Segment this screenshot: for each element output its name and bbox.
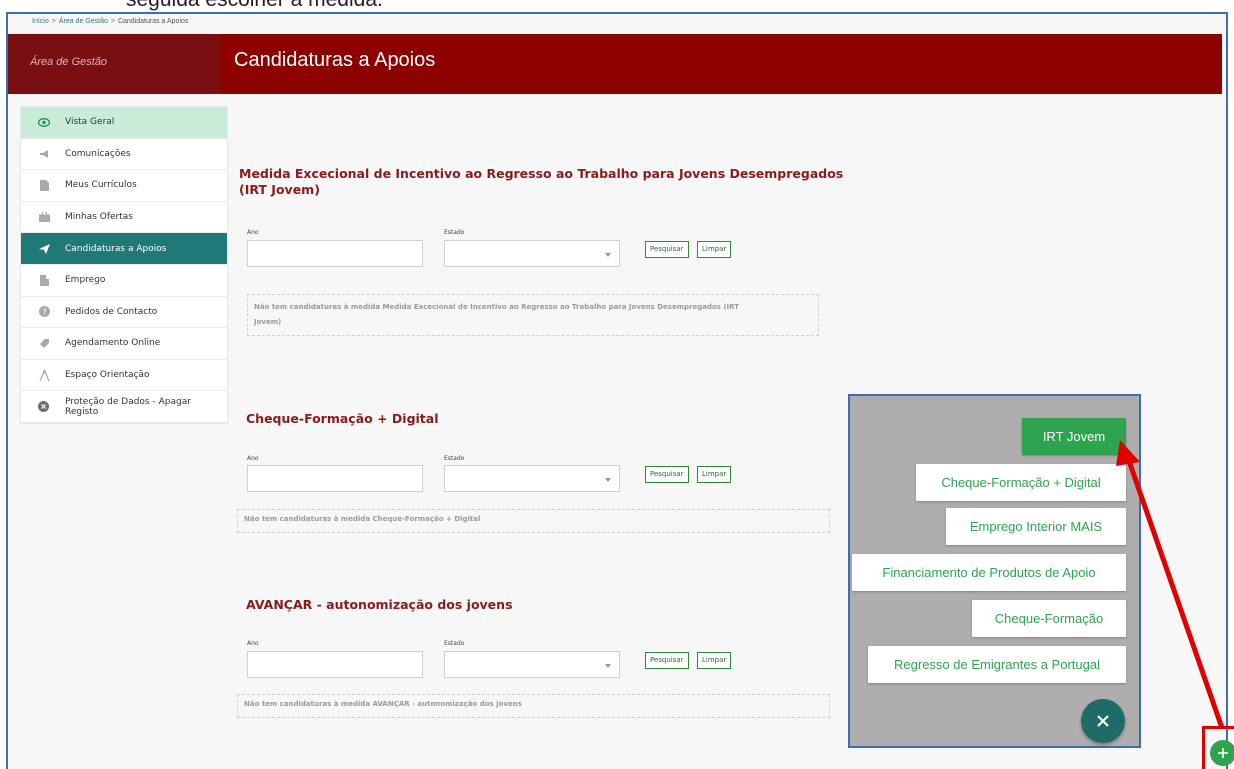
eye-icon xyxy=(37,115,51,129)
section-title-cheque-formacao-digital: Cheque-Formação + Digital xyxy=(246,411,439,426)
page-title: Candidaturas a Apoios xyxy=(234,49,436,71)
ano-input[interactable] xyxy=(247,651,423,678)
page-header: Área de Gestão Candidaturas a Apoios xyxy=(8,34,1222,94)
breadcrumb: Início > Área de Gestão > Candidaturas a Apo… xyxy=(32,18,189,25)
instruction-caption: seguida escolher a medida. xyxy=(126,0,383,12)
empty-notice: Não tem candidaturas à medida AVANÇAR - … xyxy=(237,694,830,718)
sidebar-item-espaco-orientacao[interactable]: Espaço Orientação xyxy=(21,360,227,392)
search-button[interactable]: Pesquisar xyxy=(645,466,689,483)
clear-button[interactable]: Limpar xyxy=(697,652,732,669)
clear-button[interactable]: Limpar xyxy=(697,466,732,483)
estado-label: Estado xyxy=(444,229,465,236)
ano-input[interactable] xyxy=(247,465,423,492)
empty-notice: Não tem candidaturas à medida Cheque-For… xyxy=(237,509,830,533)
section-title-avancar: AVANÇAR - autonomização dos jovens xyxy=(246,597,513,612)
empty-notice: Não tem candidaturas à medida Medida Exc… xyxy=(247,294,819,336)
chevron-down-icon xyxy=(605,253,611,257)
ano-label: Ano xyxy=(247,229,259,236)
ano-label: Ano xyxy=(247,640,259,647)
menu-item-irt-jovem[interactable]: IRT Jovem xyxy=(1022,418,1126,455)
building-icon xyxy=(37,273,51,287)
measure-menu-popup: IRT Jovem Cheque-Formação + Digital Empr… xyxy=(848,394,1141,748)
menu-item-financiamento-produtos-apoio[interactable]: Financiamento de Produtos de Apoio xyxy=(852,554,1126,591)
header-area-label: Área de Gestão xyxy=(8,34,220,94)
estado-label: Estado xyxy=(444,455,465,462)
add-measure-button[interactable] xyxy=(1210,740,1234,766)
menu-item-cheque-formacao-digital[interactable]: Cheque-Formação + Digital xyxy=(916,464,1126,501)
chevron-down-icon xyxy=(605,664,611,668)
question-circle-icon: ? xyxy=(37,305,51,319)
estado-select[interactable] xyxy=(444,651,620,678)
estado-label: Estado xyxy=(444,640,465,647)
briefcase-icon xyxy=(37,210,51,224)
breadcrumb-area-gestao[interactable]: Área de Gestão xyxy=(59,18,108,25)
menu-item-emprego-interior-mais[interactable]: Emprego Interior MAIS xyxy=(946,508,1126,545)
sidebar-item-meus-curriculos[interactable]: Meus Currículos xyxy=(21,170,227,202)
menu-item-cheque-formacao[interactable]: Cheque-Formação xyxy=(972,600,1126,637)
close-menu-button[interactable] xyxy=(1081,699,1125,743)
plus-icon xyxy=(1218,748,1228,758)
sidebar-item-protecao-dados[interactable]: Proteção de Dados - Apagar Registo xyxy=(21,391,227,423)
ano-label: Ano xyxy=(247,455,259,462)
sidebar-item-pedidos-contacto[interactable]: ? Pedidos de Contacto xyxy=(21,297,227,329)
breadcrumb-home[interactable]: Início xyxy=(32,18,49,25)
sidebar-item-emprego[interactable]: Emprego xyxy=(21,265,227,297)
estado-select[interactable] xyxy=(444,240,620,267)
sidebar-item-comunicacoes[interactable]: Comunicações xyxy=(21,139,227,171)
paper-plane-icon xyxy=(37,242,51,256)
sidebar-item-candidaturas-apoios[interactable]: Candidaturas a Apoios xyxy=(21,233,227,265)
breadcrumb-current: Candidaturas a Apoios xyxy=(117,18,189,25)
chevron-down-icon xyxy=(605,478,611,482)
section-title-irt-jovem: Medida Excecional de Incentivo ao Regres… xyxy=(239,166,844,197)
clear-button[interactable]: Limpar xyxy=(697,241,732,258)
document-icon xyxy=(37,178,51,192)
tag-icon xyxy=(37,336,51,350)
compass-icon xyxy=(37,368,51,382)
sidebar-item-agendamento-online[interactable]: Agendamento Online xyxy=(21,328,227,360)
search-button[interactable]: Pesquisar xyxy=(645,241,689,258)
svg-text:?: ? xyxy=(42,308,46,317)
sidebar-item-vista-geral[interactable]: Vista Geral xyxy=(21,107,227,139)
sidebar: Vista Geral Comunicações Meus Currículos… xyxy=(20,106,228,424)
megaphone-icon xyxy=(37,147,51,161)
search-button[interactable]: Pesquisar xyxy=(645,652,689,669)
close-icon xyxy=(1097,715,1109,727)
estado-select[interactable] xyxy=(444,465,620,492)
menu-item-regresso-emigrantes[interactable]: Regresso de Emigrantes a Portugal xyxy=(868,646,1126,683)
close-circle-icon xyxy=(37,400,51,414)
sidebar-item-minhas-ofertas[interactable]: Minhas Ofertas xyxy=(21,202,227,234)
ano-input[interactable] xyxy=(247,240,423,267)
